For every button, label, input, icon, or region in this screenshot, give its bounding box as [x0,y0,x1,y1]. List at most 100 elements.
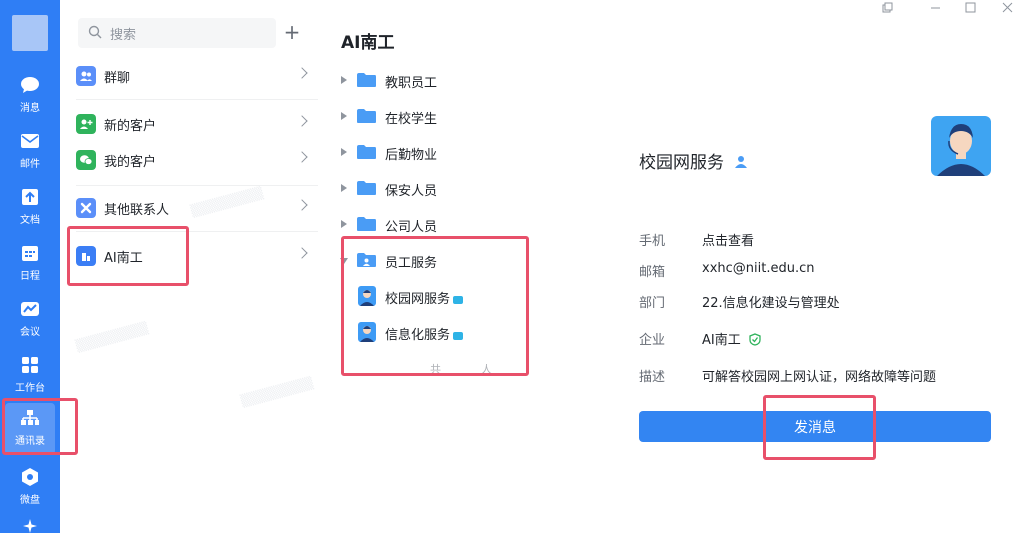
nav-item-drive[interactable]: 微盘 [0,462,60,514]
search-input[interactable]: 搜索 [78,18,276,48]
contact-item-new-customer[interactable]: 新的客户 [60,106,318,142]
tree-member-label: 信息化服务 [385,324,464,343]
folder-icon [357,217,376,231]
phone-reveal-link[interactable]: 点击查看 [702,230,754,249]
contact-item-my-customers[interactable]: 我的客户 [60,142,318,178]
search-placeholder: 搜索 [110,27,137,43]
field-description: 描述 可解答校园网上网认证，网络故障等问题 [639,366,999,386]
field-key: 邮箱 [639,265,666,280]
tree-member-row[interactable]: 信息化服务 [318,317,610,347]
field-key: 企业 [639,333,666,348]
user-avatar[interactable] [12,15,48,51]
nav-item-meeting[interactable]: 会议 [0,294,60,346]
meeting-icon [19,298,41,320]
tree-folder-row-expanded[interactable]: 员工服务 [318,245,610,275]
member-avatar [358,322,376,342]
org-tree-panel: AI南工 教职员工 在校学生 后勤物业 保安人员 公司人员 员工服务 校园网服务… [318,0,610,533]
other-contacts-icon [76,198,96,218]
drive-icon [19,466,41,488]
verified-shield-icon [749,333,761,350]
group-chat-icon [76,66,96,86]
contact-item-label: 群聊 [104,70,131,86]
tree-folder-row[interactable]: 在校学生 [318,101,610,131]
field-phone: 手机 点击查看 [639,230,999,250]
company-value: AI南工 [702,329,761,350]
field-key: 部门 [639,296,666,311]
divider [76,231,318,232]
caret-down-icon[interactable] [340,258,348,264]
caret-right-icon[interactable] [341,148,347,156]
contact-avatar[interactable] [931,116,991,176]
close-icon[interactable] [992,0,1022,14]
add-icon[interactable]: + [282,22,302,42]
nav-item-calendar[interactable]: 日程 [0,238,60,290]
contact-item-group-chat[interactable]: 群聊 [60,58,318,94]
contact-item-label: 我的客户 [104,154,157,170]
caret-right-icon[interactable] [341,76,347,84]
chevron-right-icon [296,151,308,163]
tree-folder-label: 教职员工 [385,76,438,91]
field-email: 邮箱 xxhc@niit.edu.cn [639,261,999,281]
email-value[interactable]: xxhc@niit.edu.cn [702,261,814,276]
nav-item-docs[interactable]: 文档 [0,182,60,234]
nav-label: 文档 [20,215,40,226]
tree-folder-label: 后勤物业 [385,148,438,163]
divider [76,185,318,186]
minimize-icon[interactable] [920,0,950,14]
chevron-right-icon [296,199,308,211]
folder-icon [357,109,376,123]
search-icon [88,24,102,43]
sparkle-icon[interactable] [22,518,38,533]
tree-member-label: 校园网服务 [385,288,464,307]
department-value: 22.信息化建设与管理处 [702,296,840,311]
contact-item-ai-nangong[interactable]: AI南工 [60,238,318,274]
caret-right-icon[interactable] [341,184,347,192]
org-chart-icon [19,407,41,429]
contact-item-label: 其他联系人 [104,202,170,218]
tree-folder-row[interactable]: 保安人员 [318,173,610,203]
description-value: 可解答校园网上网认证，网络故障等问题 [702,370,937,385]
tree-folder-label: 公司人员 [385,220,438,235]
field-key: 手机 [639,234,666,249]
person-icon [735,153,748,173]
wecom-window: 消息 邮件 文档 日程 会议 工作台 通讯录 微盘 搜索 + 群聊 新的客户 我… [0,0,1025,533]
send-message-button[interactable]: 发消息 [639,411,991,442]
nav-item-mail[interactable]: 邮件 [0,126,60,178]
field-company: 企业 AI南工 [639,329,999,349]
folder-icon [357,145,376,159]
tree-folder-row[interactable]: 公司人员 [318,209,610,239]
tree-folder-label: 在校学生 [385,112,438,127]
calendar-icon [19,242,41,264]
tree-folder-row[interactable]: 后勤物业 [318,137,610,167]
member-count: 共人 [430,363,532,376]
contact-item-label: AI南工 [104,250,143,266]
chat-icon [19,74,41,96]
contact-item-other-contacts[interactable]: 其他联系人 [60,190,318,226]
contact-detail-panel: 校园网服务 手机 点击查看 邮箱 xxhc@niit.edu.cn 部门 22.… [610,0,1025,533]
tree-member-row[interactable]: 校园网服务 [318,281,610,311]
tree-folder-label: 员工服务 [385,256,438,271]
nav-item-contacts[interactable]: 通讯录 [5,403,55,455]
service-tag-icon [453,331,464,340]
nav-item-workbench[interactable]: 工作台 [0,350,60,402]
pin-window-icon[interactable] [872,0,902,14]
caret-right-icon[interactable] [341,112,347,120]
folder-person-icon [357,253,376,267]
nav-label: 会议 [20,327,40,338]
workbench-icon [19,354,41,376]
chevron-right-icon [296,115,308,127]
caret-right-icon[interactable] [341,220,347,228]
doc-icon [19,186,41,208]
field-department: 部门 22.信息化建设与管理处 [639,292,999,312]
nav-label: 日程 [20,271,40,282]
chevron-right-icon [296,247,308,259]
contact-item-label: 新的客户 [104,118,157,134]
nav-label: 微盘 [20,495,40,506]
maximize-icon[interactable] [955,0,985,14]
nav-rail: 消息 邮件 文档 日程 会议 工作台 通讯录 微盘 [0,0,60,533]
org-building-icon [76,246,96,266]
nav-item-messages[interactable]: 消息 [0,70,60,122]
tree-folder-row[interactable]: 教职员工 [318,65,610,95]
org-title: AI南工 [341,33,395,53]
nav-label: 工作台 [15,383,45,394]
